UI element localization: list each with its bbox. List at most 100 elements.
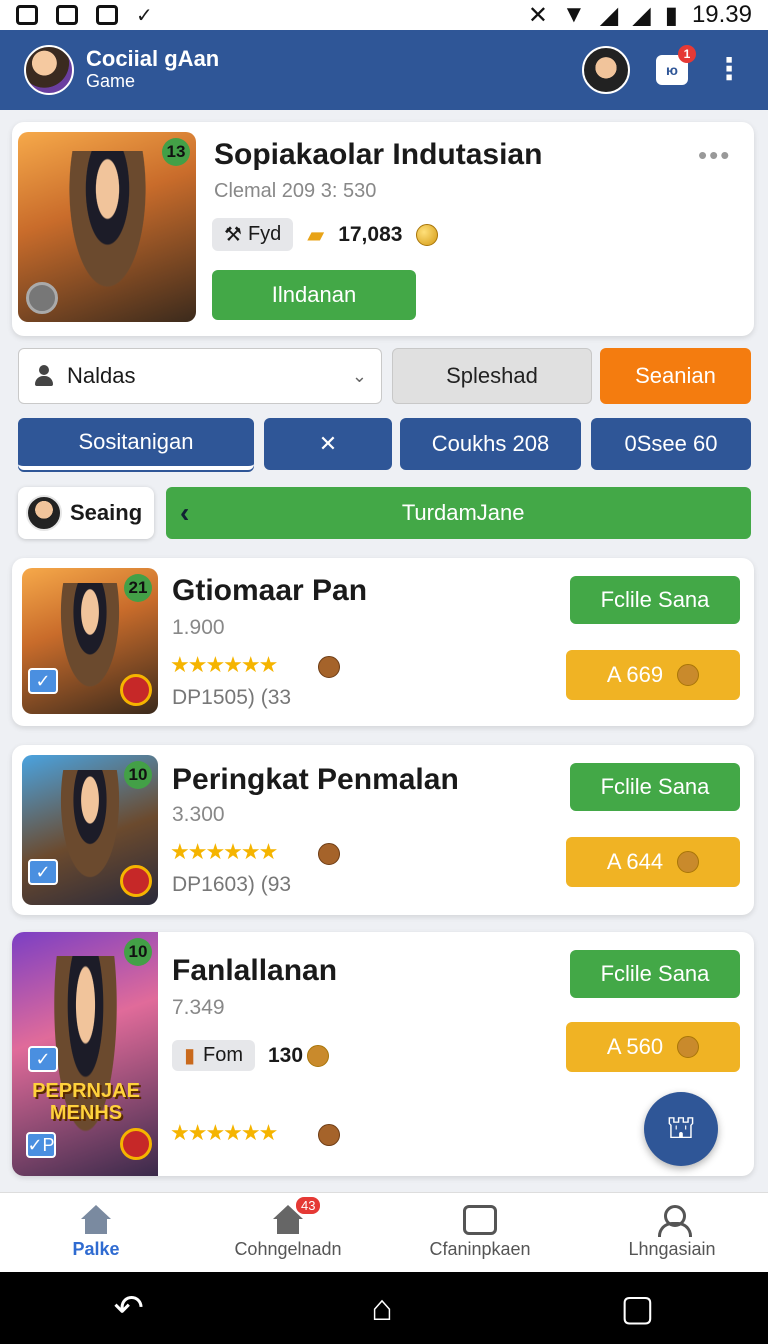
splash-button[interactable]: Spleshad — [392, 348, 592, 404]
app-title: Cociial gAan — [86, 46, 220, 71]
game-title: Fanlallanan — [172, 954, 338, 987]
tournament-banner[interactable]: ‹ TurdamJane — [166, 487, 751, 539]
follow-button[interactable]: Fclile Sana — [570, 576, 740, 624]
tab-sositanigan[interactable]: Sositanigan — [18, 418, 254, 470]
more-options-icon[interactable]: ••• — [698, 140, 731, 171]
clock: 19.39 — [691, 1, 752, 28]
user-avatar[interactable] — [582, 46, 630, 94]
app-avatar[interactable] — [24, 45, 74, 95]
item-pill: ▮ Fom — [172, 1040, 256, 1071]
coin-icon — [677, 851, 700, 873]
featured-image: 13 — [18, 132, 196, 322]
chest-icon: ▰ — [307, 221, 325, 247]
bottom-nav: Palke 43 Cohngelnadn Cfaninpkaen Lhngasi… — [0, 1192, 768, 1272]
featured-action-button[interactable]: Ilndanan — [212, 270, 416, 320]
battery-icon: ▮ — [664, 1, 678, 29]
item-value: 130 — [268, 1044, 330, 1068]
check-icon: ✓ — [136, 4, 153, 27]
featured-title: Sopiakaolar Indutasian — [214, 138, 543, 171]
seeing-label: Seaing — [70, 500, 143, 525]
back-icon[interactable]: ↶ — [114, 1287, 144, 1329]
bell-label: ю — [666, 62, 678, 78]
nav-home[interactable]: Palke — [0, 1193, 192, 1272]
level-badge: 10 — [124, 938, 152, 966]
game-card[interactable]: 21 ✓ Gtiomaar Pan 1.900 ★★★★★★ DP1505) (… — [12, 558, 754, 726]
game-image: 21 ✓ — [22, 568, 158, 714]
notification-bell-icon[interactable]: ю 1 — [656, 45, 696, 85]
notification-badge: 1 — [678, 45, 696, 63]
game-subtitle: 7.349 — [172, 996, 225, 1019]
rating-stars: ★★★★★★ — [170, 652, 278, 677]
status-bar: ✓ ✕ ▼ ◢ ◢ ▮ 19.39 — [0, 0, 768, 30]
level-badge: 10 — [124, 761, 152, 789]
level-badge: 13 — [162, 138, 190, 166]
item-icon: ▮ — [184, 1045, 196, 1067]
user-icon — [655, 1205, 692, 1237]
game-card[interactable]: 10 ✓ Peringkat Penmalan 3.300 ★★★★★★ DP1… — [12, 745, 754, 915]
nav-profile[interactable]: Lhngasiain — [576, 1193, 768, 1272]
game-meta: DP1505) (33 — [172, 686, 292, 709]
check-icon: ✓ — [28, 859, 58, 885]
follow-button[interactable]: Fclile Sana — [570, 950, 740, 998]
nav-community-label: Cohngelnadn — [234, 1239, 342, 1259]
buy-button[interactable]: A 644 — [566, 837, 740, 887]
app-subtitle: Game — [86, 71, 136, 91]
gear-icon — [26, 282, 58, 314]
game-subtitle: 1.900 — [172, 616, 225, 639]
featured-tag-label: Fyd — [247, 223, 282, 245]
fab-icon: ⛫ — [666, 1108, 696, 1145]
acorn-icon — [318, 656, 340, 678]
nav-profile-label: Lhngasiain — [628, 1239, 716, 1259]
coin-icon — [677, 1036, 700, 1058]
tab-coukhs[interactable]: Coukhs 208 — [400, 418, 581, 470]
featured-coins: 17,083 — [338, 222, 403, 246]
nav-home-label: Palke — [72, 1239, 120, 1259]
coin-icon — [416, 223, 439, 246]
chevron-left-icon: ‹ — [180, 497, 190, 528]
price-label: A 644 — [606, 849, 664, 874]
acorn-icon — [318, 1124, 340, 1146]
acorn-icon — [307, 1045, 330, 1067]
game-image-caption: PEPRNJAE MENHS — [32, 1080, 140, 1124]
buy-button[interactable]: A 560 — [566, 1022, 740, 1072]
filter-select[interactable]: Naldas ⌄ — [18, 348, 382, 404]
follow-button[interactable]: Fclile Sana — [570, 763, 740, 811]
featured-subtitle: Clemal 209 3: 530 — [214, 180, 377, 202]
emblem-icon — [120, 674, 152, 706]
home-icon — [79, 1205, 113, 1235]
signal-icon-2: ◢ — [632, 1, 651, 29]
recents-icon[interactable]: ▢ — [620, 1287, 654, 1329]
item-pill-label: Fom — [203, 1044, 244, 1066]
chevron-down-icon: ⌄ — [351, 365, 367, 386]
game-card[interactable]: 10 ✓ PEPRNJAE MENHS ✓P Fanlallanan 7.349… — [12, 932, 754, 1176]
search-button[interactable]: Seanian — [600, 348, 751, 404]
game-title: Gtiomaar Pan — [172, 574, 368, 607]
floating-action-button[interactable]: ⛫ — [644, 1092, 718, 1166]
check-icon: ✓ — [28, 1046, 58, 1072]
tab-close[interactable]: ✕ — [264, 418, 392, 470]
signal-icon: ◢ — [599, 1, 619, 29]
camera-icon — [56, 5, 78, 25]
rating-stars: ★★★★★★ — [170, 1120, 278, 1145]
seeing-chip[interactable]: Seaing — [18, 487, 154, 539]
emblem-icon — [120, 865, 152, 897]
nav-collection[interactable]: Cfaninpkaen — [384, 1193, 576, 1272]
game-image: 10 ✓ — [22, 755, 158, 905]
emblem-icon — [120, 1128, 152, 1160]
box-icon — [463, 1205, 497, 1235]
level-badge: 21 — [124, 574, 152, 602]
nav-badge: 43 — [296, 1197, 321, 1214]
friend-avatar — [26, 495, 62, 531]
notification-icon — [16, 5, 38, 25]
featured-tag: ⚒ Fyd — [212, 218, 294, 251]
featured-card: 13 Sopiakaolar Indutasian ••• Clemal 209… — [12, 122, 754, 336]
hammer-icon: ⚒ — [224, 224, 242, 246]
tournament-label: TurdamJane — [401, 500, 525, 525]
tab-ossee[interactable]: 0Ssee 60 — [591, 418, 751, 470]
coin-icon — [677, 664, 700, 686]
home-button-icon[interactable]: ⌂ — [371, 1287, 393, 1329]
game-title: Peringkat Penmalan — [172, 763, 459, 796]
nav-community[interactable]: 43 Cohngelnadn — [192, 1193, 384, 1272]
more-menu-icon[interactable]: ⋮ — [714, 55, 744, 85]
buy-button[interactable]: A 669 — [566, 650, 740, 700]
